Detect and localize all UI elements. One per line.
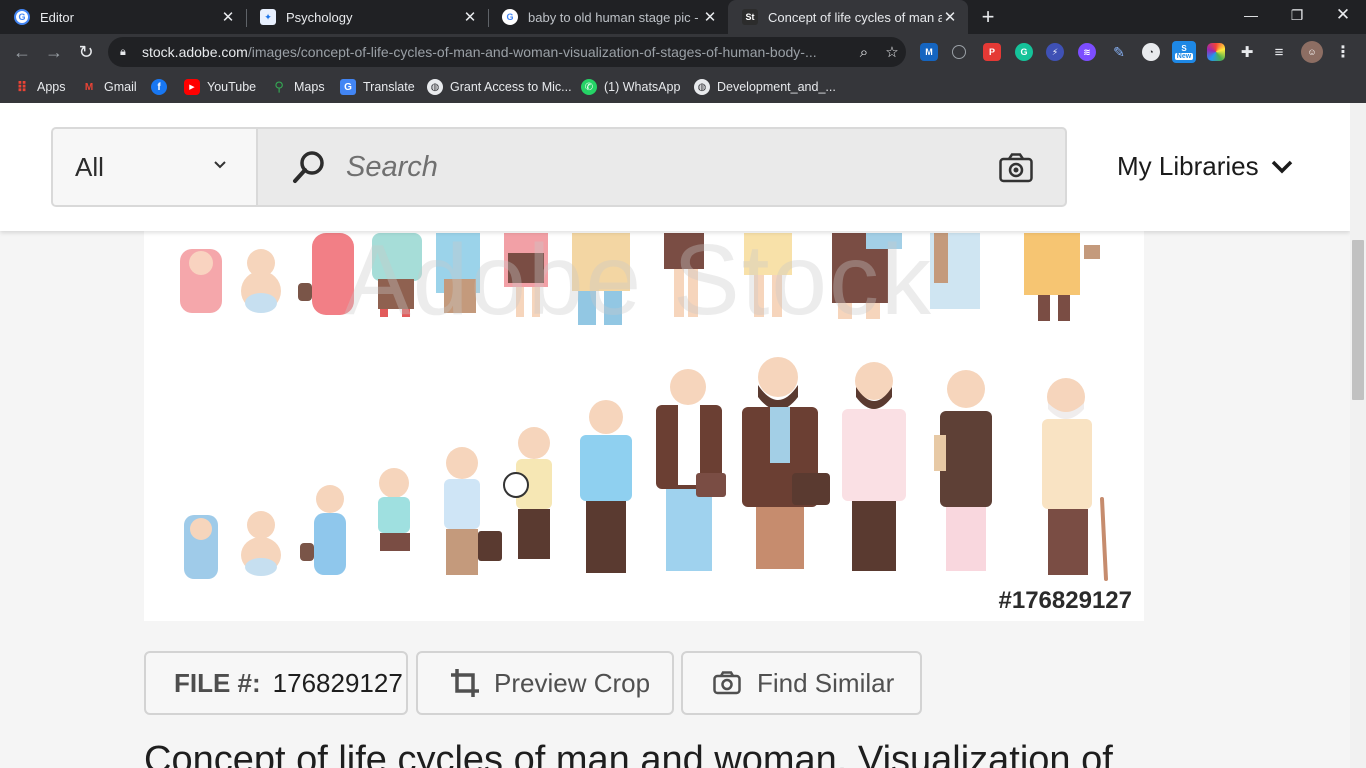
extension-color-icon[interactable] bbox=[1207, 43, 1225, 61]
media-queue-icon[interactable]: ≡ bbox=[1270, 43, 1288, 61]
extension-bolt-icon[interactable]: ⚡ bbox=[1046, 43, 1064, 61]
gmail-icon: M bbox=[84, 81, 94, 93]
adobe-stock-watermark: Adobe Stock bbox=[344, 224, 934, 336]
scrollbar-thumb[interactable] bbox=[1352, 240, 1364, 400]
tab-google-search[interactable]: G baby to old human stage pic - Go ✕ bbox=[488, 0, 728, 34]
extension-pen-icon[interactable]: ✎ bbox=[1110, 43, 1128, 61]
apps-grid-icon: ⠿ bbox=[16, 78, 28, 95]
translate-icon: G bbox=[340, 79, 356, 95]
adobe-stock-icon: St bbox=[742, 9, 758, 25]
forward-button[interactable]: → bbox=[40, 38, 68, 66]
bookmark-label: Translate bbox=[363, 80, 415, 94]
search-input[interactable] bbox=[346, 150, 906, 184]
psychology-site-icon: ✦ bbox=[260, 9, 276, 25]
globe-icon: ◍ bbox=[427, 79, 443, 95]
close-icon[interactable]: ✕ bbox=[942, 9, 958, 26]
minimize-button[interactable]: — bbox=[1228, 0, 1274, 30]
close-icon[interactable]: ✕ bbox=[462, 9, 478, 26]
facebook-icon: f bbox=[151, 79, 167, 95]
globe-icon: ◍ bbox=[694, 79, 710, 95]
address-bar[interactable]: 🔒︎ stock.adobe.com/images/concept-of-lif… bbox=[108, 37, 906, 67]
bookmark-grant-access[interactable]: ◍ Grant Access to Mic... bbox=[427, 77, 572, 97]
preview-crop-button[interactable]: Preview Crop bbox=[416, 651, 674, 715]
restore-button[interactable]: ❐ bbox=[1274, 0, 1320, 30]
search-field bbox=[258, 129, 1065, 205]
whatsapp-icon: ✆ bbox=[581, 79, 597, 95]
youtube-icon: ▶ bbox=[184, 79, 200, 95]
find-similar-label: Find Similar bbox=[757, 667, 895, 698]
tab-adobe-stock[interactable]: St Concept of life cycles of man and ✕ bbox=[728, 0, 968, 34]
extension-pdf-icon[interactable]: P bbox=[983, 43, 1001, 61]
new-tab-button[interactable]: + bbox=[976, 4, 1000, 29]
extension-gauge-icon[interactable]: ◔ bbox=[1142, 43, 1160, 61]
asset-title: Concept of life cycles of man and woman.… bbox=[144, 739, 1113, 768]
back-button[interactable]: ← bbox=[8, 38, 36, 66]
image-file-id: #176829127 bbox=[998, 587, 1132, 614]
browser-toolbar: ← → ↻ 🔒︎ stock.adobe.com/images/concept-… bbox=[0, 34, 1366, 70]
bookmark-label: Grant Access to Mic... bbox=[450, 80, 572, 94]
bookmark-label: YouTube bbox=[207, 80, 257, 94]
extension-new-icon[interactable]: S New bbox=[1172, 41, 1196, 63]
my-libraries-label: My Libraries bbox=[1117, 151, 1259, 181]
close-window-button[interactable]: ✕ bbox=[1320, 0, 1366, 30]
bookmark-whatsapp[interactable]: ✆ (1) WhatsApp bbox=[581, 77, 680, 97]
google-icon: G bbox=[502, 9, 518, 25]
browser-tab-strip: G Editor ✕ ✦ Psychology ✕ G baby to old … bbox=[0, 0, 1366, 34]
search-bar: All bbox=[51, 127, 1067, 207]
url-text: stock.adobe.com/images/concept-of-life-c… bbox=[142, 44, 817, 60]
bookmark-label: Maps bbox=[294, 80, 325, 94]
tab-editor[interactable]: G Editor ✕ bbox=[0, 0, 246, 34]
zoom-icon[interactable]: ⌕ bbox=[850, 44, 878, 61]
close-icon[interactable]: ✕ bbox=[702, 9, 718, 26]
bookmark-development[interactable]: ◍ Development_and_... bbox=[694, 77, 836, 97]
search-filter-dropdown[interactable]: All bbox=[53, 129, 258, 205]
grammarly-icon[interactable]: G bbox=[1015, 43, 1033, 61]
page-viewport: All My Libraries bbox=[0, 103, 1350, 768]
reload-button[interactable]: ↻ bbox=[72, 38, 100, 66]
male-life-stage-row bbox=[184, 357, 1108, 581]
tab-title: Editor bbox=[40, 9, 74, 25]
find-similar-button[interactable]: Find Similar bbox=[681, 651, 922, 715]
my-libraries-menu[interactable]: My Libraries bbox=[1117, 151, 1293, 182]
close-icon[interactable]: ✕ bbox=[220, 9, 236, 26]
chevron-down-icon bbox=[1271, 160, 1292, 173]
camera-icon[interactable] bbox=[999, 153, 1033, 183]
page-scrollbar[interactable] bbox=[1350, 103, 1366, 768]
file-number-label: FILE #: bbox=[174, 667, 261, 698]
bookmark-translate[interactable]: G Translate bbox=[340, 77, 415, 97]
bookmark-label: (1) WhatsApp bbox=[604, 80, 681, 94]
file-number-value: 176829127 bbox=[272, 667, 403, 698]
bookmark-youtube[interactable]: ▶ YouTube bbox=[184, 77, 256, 97]
crop-icon bbox=[451, 669, 479, 697]
search-icon[interactable] bbox=[292, 150, 326, 184]
bookmark-label: Development_and_... bbox=[717, 80, 836, 94]
bookmark-label: Apps bbox=[37, 80, 66, 94]
bookmark-facebook[interactable]: f bbox=[151, 77, 174, 97]
extension-circle-icon[interactable] bbox=[952, 45, 966, 59]
extension-m-icon[interactable]: M bbox=[920, 43, 938, 61]
bookmark-label: Gmail bbox=[104, 80, 137, 94]
file-number-button[interactable]: FILE #: 176829127 bbox=[144, 651, 408, 715]
lock-icon: 🔒︎ bbox=[120, 45, 126, 58]
maps-pin-icon: ⚲ bbox=[274, 79, 284, 94]
bookmark-maps[interactable]: ⚲ Maps bbox=[271, 77, 325, 97]
tab-title: Psychology bbox=[286, 9, 353, 25]
preview-crop-label: Preview Crop bbox=[494, 667, 651, 698]
tab-psychology[interactable]: ✦ Psychology ✕ bbox=[246, 0, 488, 34]
extensions-puzzle-icon[interactable]: ✚ bbox=[1238, 43, 1256, 61]
bookmarks-bar: ⠿ Apps M Gmail f ▶ YouTube ⚲ Maps G Tran… bbox=[0, 70, 1366, 103]
tab-title: Concept of life cycles of man and bbox=[768, 9, 942, 25]
camera-icon bbox=[713, 671, 741, 695]
stock-header: All My Libraries bbox=[0, 103, 1350, 231]
profile-avatar[interactable]: ☺ bbox=[1301, 41, 1323, 63]
chevron-down-icon bbox=[214, 161, 226, 169]
google-icon: G bbox=[14, 9, 30, 25]
bookmark-star-icon[interactable]: ☆ bbox=[878, 43, 906, 61]
filter-value: All bbox=[75, 151, 104, 182]
bookmark-apps[interactable]: ⠿ Apps bbox=[14, 77, 66, 97]
bookmark-gmail[interactable]: M Gmail bbox=[81, 77, 137, 97]
extension-stripes-icon[interactable]: ≋ bbox=[1078, 43, 1096, 61]
tab-title: baby to old human stage pic - Go bbox=[528, 9, 702, 25]
browser-menu-icon[interactable]: ⋮ bbox=[1334, 43, 1352, 61]
